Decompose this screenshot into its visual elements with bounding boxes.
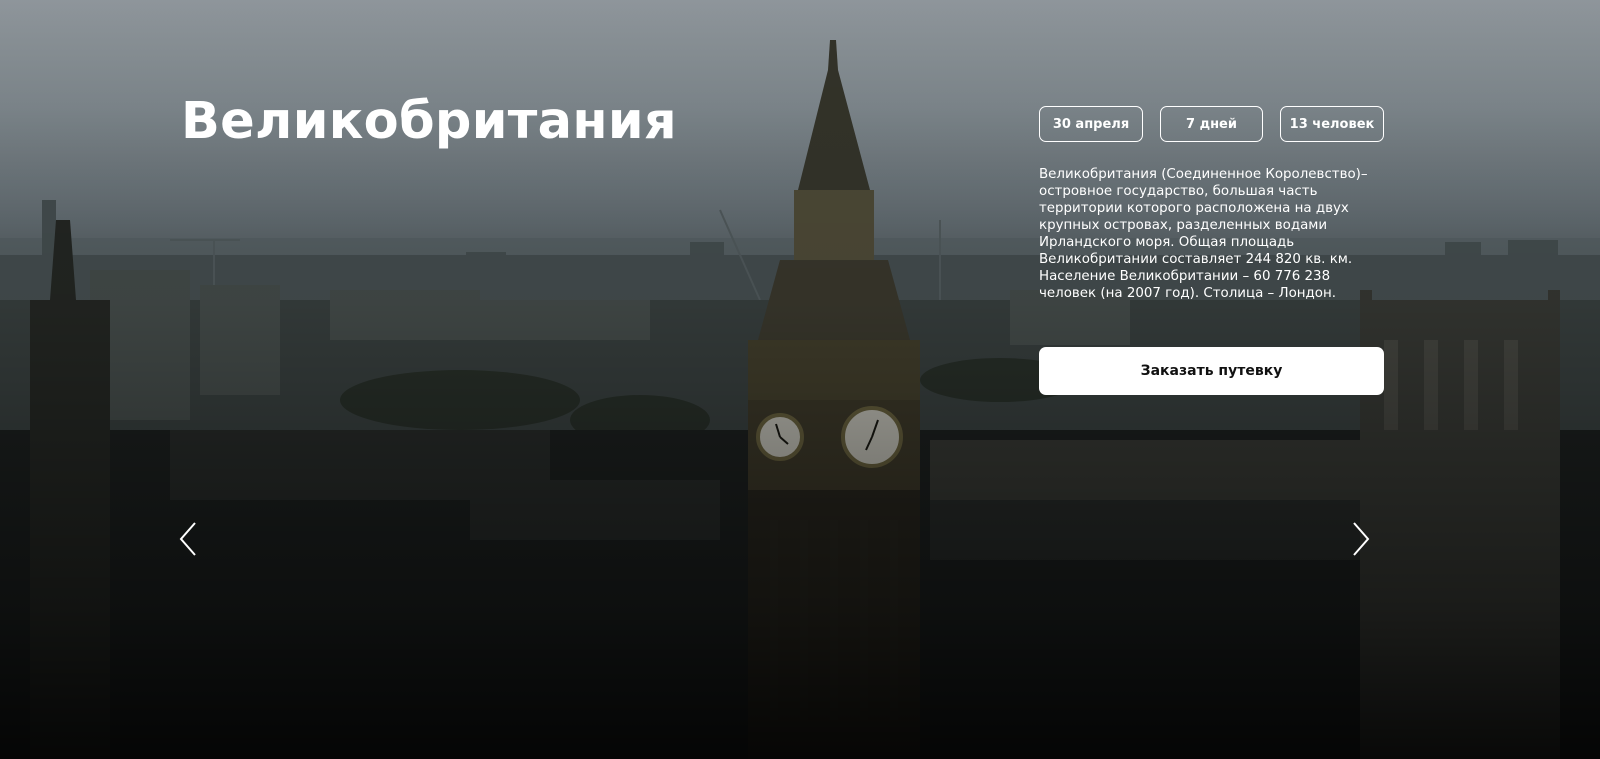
country-description: Великобритания (Соединенное Королевство)…: [1039, 167, 1368, 301]
slider-next-button[interactable]: [1348, 519, 1372, 559]
tour-date-badge: 30 апреля: [1039, 106, 1143, 142]
hero-slider: Великобритания 30 апреля 7 дней 13 челов…: [0, 0, 1600, 759]
tour-duration-badge: 7 дней: [1160, 106, 1263, 142]
page-title: Великобритания: [181, 92, 677, 151]
chevron-left-icon: [179, 522, 196, 556]
tour-people-badge: 13 человек: [1280, 106, 1384, 142]
order-tour-button[interactable]: Заказать путевку: [1039, 347, 1384, 395]
chevron-right-icon: [1353, 522, 1370, 556]
slider-prev-button[interactable]: [177, 519, 201, 559]
